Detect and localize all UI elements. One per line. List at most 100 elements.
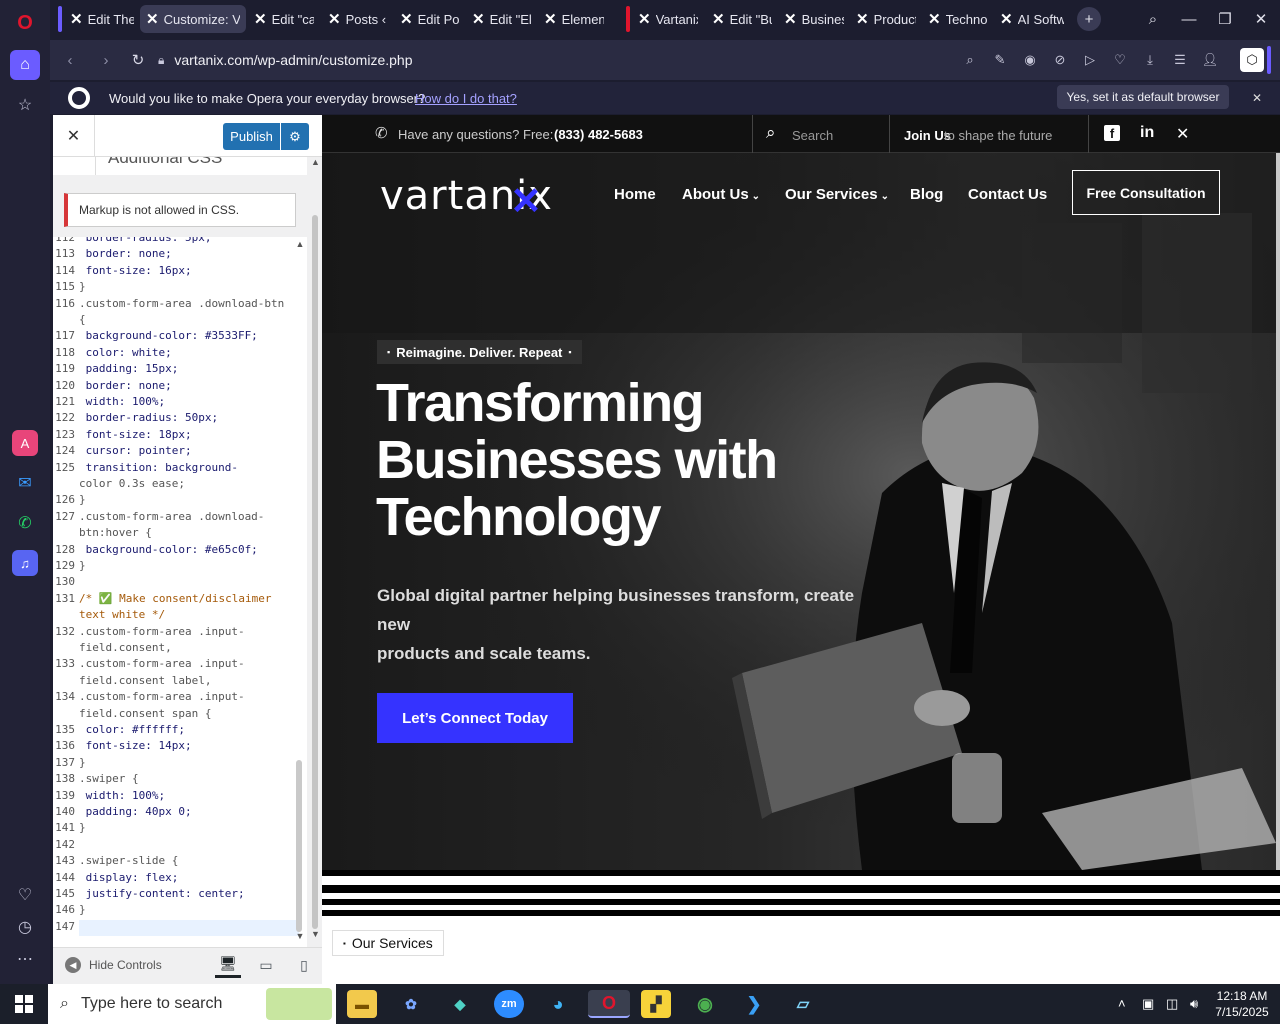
more-icon[interactable]: ⋯ [12,946,38,972]
tab[interactable]: ✕ Vartanix [632,5,704,33]
css-code-editor[interactable]: 112 border-radius: 5px; 113 border: none;… [53,237,307,1024]
free-consultation-button[interactable]: Free Consultation [1072,170,1220,215]
code-text: .swiper-slide { [79,854,179,868]
chevron-down-icon[interactable]: ▼ [309,929,322,941]
star-icon[interactable]: ☆ [12,92,38,118]
tab[interactable]: ✕ Busines [778,5,850,33]
bookmark-heart-icon[interactable]: ♡ [1108,48,1132,72]
close-window-button[interactable]: ✕ [1248,6,1274,32]
volume-icon[interactable]: 🔊︎ [1190,996,1198,1012]
code-text: color 0.3s ease; [79,477,185,490]
tab[interactable]: ✕Edit Pos [394,5,466,33]
collapse-icon[interactable]: ◀ [65,957,81,973]
file-explorer-icon[interactable]: ▬ [347,990,377,1018]
music-icon[interactable]: ♫ [12,550,38,576]
chevron-up-icon[interactable]: ˄ [1118,996,1126,1011]
panel-scrollbar[interactable]: ▲ ▼ [309,157,322,947]
line-number: 116 [55,296,75,310]
easy-setup-icon[interactable]: ☰ [1168,48,1192,72]
sticky-notes-icon[interactable]: ▞ [641,990,671,1018]
taskbar-search-box[interactable]: ⌕ Type here to search [48,984,336,1024]
mobile-preview-icon[interactable]: ▯ [291,952,317,978]
tab[interactable]: ✕ Edit "Bu [706,5,778,33]
tab[interactable]: ✕ Product [850,5,922,33]
menu-item-home[interactable]: Home [614,186,656,203]
site-search-input[interactable]: Search [792,128,833,143]
lets-connect-button[interactable]: Let’s Connect Today [377,693,573,743]
facebook-icon[interactable]: f [1104,125,1120,141]
send-icon[interactable]: ▷ [1078,48,1102,72]
tab[interactable]: ✕Posts ‹ V [322,5,394,33]
scroll-up-icon[interactable]: ▲ [293,237,307,251]
zoom-icon[interactable]: zm [494,990,524,1018]
home-icon[interactable]: ⌂ [10,50,40,80]
share-icon[interactable]: ✎ [988,48,1012,72]
tab[interactable]: ✕Element [538,5,610,33]
windows-start-icon[interactable] [9,990,39,1018]
line-number: 130 [55,575,75,589]
scroll-down-icon[interactable]: ▼ [293,929,307,943]
tab[interactable]: ✕ AI Softw [994,5,1070,33]
clock[interactable]: 12:18 AM 7/15/2025 [1212,988,1272,1020]
preview-scrollbar[interactable] [1276,153,1280,870]
lens-icon[interactable]: ⌕ [958,48,982,72]
chrome-icon[interactable]: ◉ [690,990,720,1018]
whatsapp-icon[interactable]: ✆ [12,510,38,536]
x-twitter-icon[interactable]: ✕ [1176,124,1189,144]
restore-button[interactable]: ❐ [1212,6,1238,32]
reload-icon[interactable]: ↻ [126,48,150,72]
tab-active[interactable]: ✕Customize: Var [140,5,246,33]
tab[interactable]: ✕Edit "Ele [466,5,538,33]
panel-scrollbar-thumb[interactable] [312,215,318,929]
url-field[interactable]: 🔒︎ vartanix.com/wp-admin/customize.php [158,46,1058,74]
vscode-icon[interactable]: ❯ [739,990,769,1018]
menu-item-contact[interactable]: Contact Us [968,186,1047,203]
tablet-preview-icon[interactable]: ▭ [253,952,279,978]
gear-icon[interactable]: ⚙ [281,123,309,150]
search-icon[interactable]: ⌕ [766,123,776,143]
heart-icon[interactable]: ♡ [12,882,38,908]
phone-number[interactable]: (833) 482-5683 [554,127,643,142]
notice-link[interactable]: How do I do that? [415,91,517,106]
set-default-button[interactable]: Yes, set it as default browser [1057,85,1229,109]
customizer-header: ✕ Publish ⚙ [53,115,322,157]
app-icon[interactable]: ▱ [788,990,818,1018]
close-icon[interactable]: ✕ [1247,88,1267,108]
opera-logo-icon[interactable]: O [12,10,38,36]
back-icon[interactable]: ‹ [58,48,82,72]
x-logo-icon: ✕ [638,11,651,28]
code-line: 117 background-color: #3533FF; [53,329,258,345]
network-icon[interactable]: ▣ [1142,996,1154,1012]
close-customizer-button[interactable]: ✕ [53,115,95,157]
aria-icon[interactable]: A [12,430,38,456]
code-line: 139 width: 100%; [53,789,165,805]
wifi-icon[interactable]: ◫ [1166,996,1178,1012]
opera-taskbar-icon[interactable]: O [588,990,630,1018]
messenger-icon[interactable]: ✉ [12,470,38,496]
forward-icon[interactable]: › [94,48,118,72]
account-icon[interactable]: 👤︎ [1198,48,1222,72]
publish-button[interactable]: Publish [223,123,280,150]
menu-item-blog[interactable]: Blog [910,186,943,203]
edge-icon[interactable]: ◕ [543,990,573,1018]
history-icon[interactable]: ◷ [12,914,38,940]
menu-item-about[interactable]: About Us ⌄ [682,186,760,203]
linkedin-icon[interactable]: in [1140,124,1154,142]
desktop-preview-icon[interactable]: 🖥︎ [215,952,241,978]
new-tab-button[interactable]: + [1077,7,1101,31]
tab[interactable]: ✕Edit "cas [248,5,320,33]
download-icon[interactable]: ⤓ [1138,48,1162,72]
app-icon[interactable]: ◆ [445,990,475,1018]
chevron-up-icon[interactable]: ▲ [309,157,322,169]
snapshot-icon[interactable]: ◉ [1018,48,1042,72]
tab[interactable]: ✕ Edit The [64,5,140,33]
hide-controls-label[interactable]: Hide Controls [89,958,162,972]
adblock-icon[interactable]: ⊘ [1048,48,1072,72]
search-tabs-icon[interactable]: ⌕ [1140,6,1166,32]
menu-item-services[interactable]: Our Services ⌄ [785,186,889,203]
extension-icon[interactable]: ⬡ [1240,48,1264,72]
editor-scrollbar-thumb[interactable] [296,760,302,932]
tab[interactable]: ✕ Technol [922,5,994,33]
app-icon[interactable]: ✿ [396,990,426,1018]
minimize-button[interactable]: — [1176,6,1202,32]
